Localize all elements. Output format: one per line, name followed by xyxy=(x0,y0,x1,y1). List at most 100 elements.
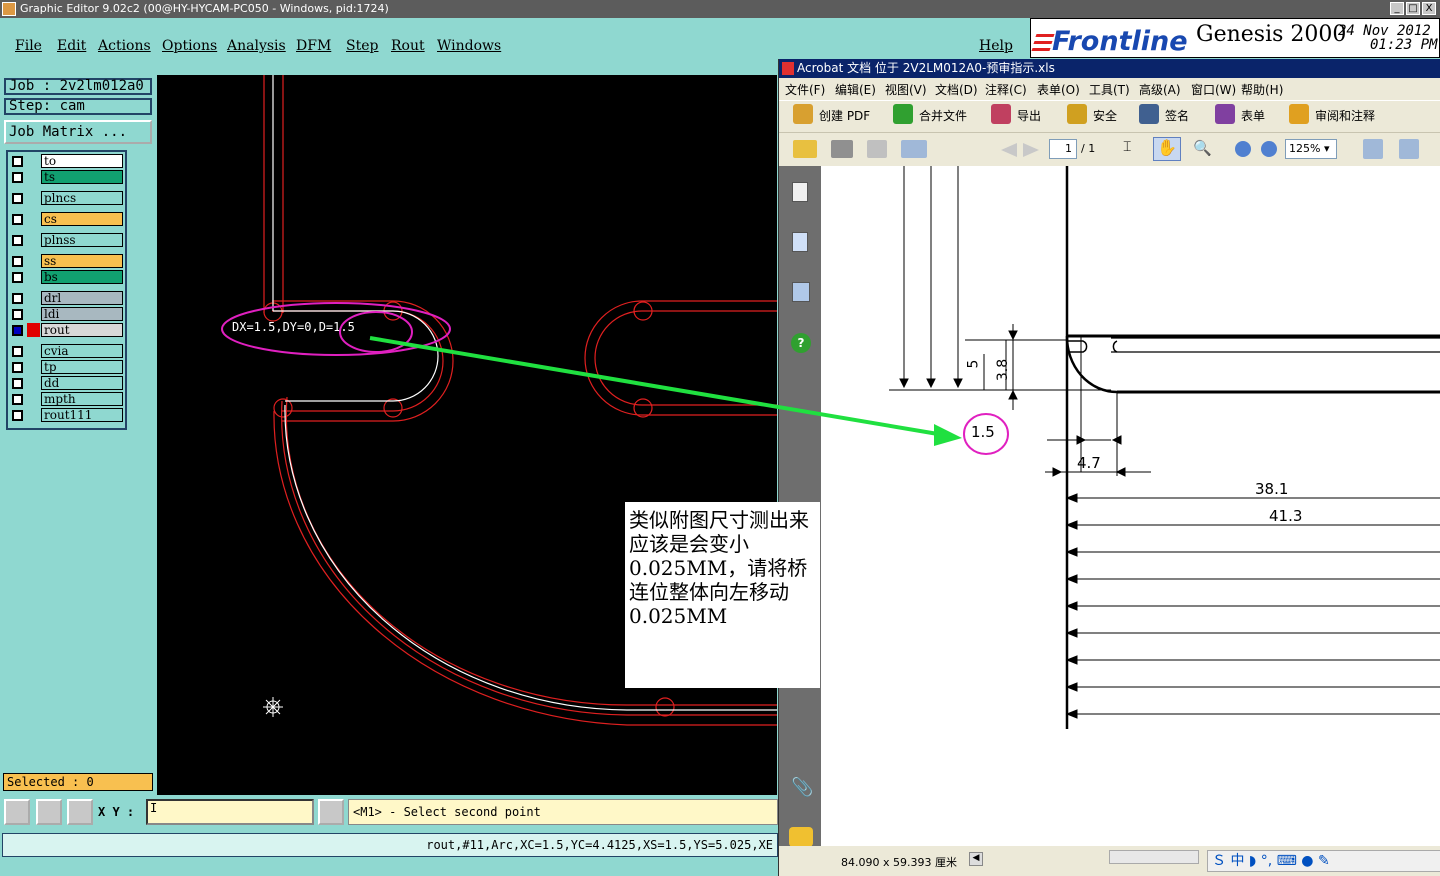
layer-checkbox[interactable] xyxy=(12,214,23,225)
attachment-icon[interactable]: 📎 xyxy=(791,777,813,799)
layer-name[interactable]: cs xyxy=(41,212,123,226)
toolbar-icon-2[interactable] xyxy=(991,104,1011,124)
layer-row-to[interactable]: to xyxy=(8,154,123,168)
menu-step[interactable]: Step xyxy=(346,38,378,54)
toolbar-icon-0[interactable] xyxy=(793,104,813,124)
save-icon[interactable] xyxy=(867,140,887,158)
toolbar-button-label[interactable]: 签名 xyxy=(1165,107,1189,124)
select-tool-icon[interactable]: ⌶ xyxy=(1123,139,1145,159)
job-matrix-button[interactable]: Job Matrix ... xyxy=(4,120,152,144)
zoom-out-icon[interactable] xyxy=(1235,141,1251,157)
layer-checkbox[interactable] xyxy=(12,309,23,320)
scroll-left-icon[interactable]: ◀ xyxy=(969,852,983,866)
help-icon[interactable]: ? xyxy=(791,333,811,353)
layer-row-rout[interactable]: rout xyxy=(8,323,123,337)
zoom-in-icon[interactable] xyxy=(1261,141,1277,157)
layer-name[interactable]: drl xyxy=(41,291,123,305)
acrobat-window[interactable]: Acrobat 文档 位于 2V2LM012A0-预审指示.xls 文件(F) 编… xyxy=(778,59,1440,876)
layer-row-plnss[interactable]: plnss xyxy=(8,233,123,247)
layer-name[interactable]: bs xyxy=(41,270,123,284)
layer-name[interactable]: rout111 xyxy=(41,408,123,422)
layer-name[interactable]: cvia xyxy=(41,344,123,358)
acrobat-menu-item[interactable]: 帮助(H) xyxy=(1241,81,1283,98)
close-button[interactable]: X xyxy=(1422,2,1436,15)
info-icon[interactable] xyxy=(318,799,344,825)
minimize-button[interactable]: _ xyxy=(1390,2,1404,15)
layer-checkbox[interactable] xyxy=(12,156,23,167)
bookmarks-icon[interactable] xyxy=(792,232,808,252)
toolbar-icon-4[interactable] xyxy=(1139,104,1159,124)
layer-name[interactable]: mpth xyxy=(41,392,123,406)
layer-row-dd[interactable]: dd xyxy=(8,376,123,390)
layer-checkbox[interactable] xyxy=(12,362,23,373)
menu-file[interactable]: File xyxy=(15,38,42,54)
layer-name[interactable]: ldi xyxy=(41,307,123,321)
layer-checkbox[interactable] xyxy=(12,272,23,283)
fit-width-icon[interactable] xyxy=(1363,139,1383,159)
fit-page-icon[interactable] xyxy=(1399,139,1419,159)
measure-icon[interactable] xyxy=(4,799,30,825)
acrobat-menu-item[interactable]: 表单(O) xyxy=(1037,81,1080,98)
layer-name[interactable]: tp xyxy=(41,360,123,374)
maximize-button[interactable]: □ xyxy=(1406,2,1420,15)
pdf-document[interactable]: 5 3.8 1.5 4.7 38.1 41.3 xyxy=(821,166,1440,856)
toolbar-icon-3[interactable] xyxy=(1067,104,1087,124)
toolbar-button-label[interactable]: 安全 xyxy=(1093,107,1117,124)
acrobat-menu-item[interactable]: 视图(V) xyxy=(885,81,927,98)
layer-checkbox[interactable] xyxy=(12,172,23,183)
signatures-icon[interactable] xyxy=(792,282,810,302)
ime-toolbar[interactable]: Ｓ 中 ◗ °, ⌨ ● ✎ xyxy=(1207,850,1440,872)
open-folder-icon[interactable] xyxy=(793,140,817,158)
toolbar-button-label[interactable]: 创建 PDF xyxy=(819,107,870,124)
comments-icon[interactable] xyxy=(789,827,813,847)
acrobat-menu-item[interactable]: 工具(T) xyxy=(1089,81,1130,98)
layer-row-cs[interactable]: cs xyxy=(8,212,123,226)
layer-row-ss[interactable]: ss xyxy=(8,254,123,268)
snap-icon[interactable] xyxy=(36,799,62,825)
layer-checkbox[interactable] xyxy=(12,256,23,267)
hand-tool-icon[interactable]: ✋ xyxy=(1153,137,1181,161)
menu-help[interactable]: Help xyxy=(979,38,1013,54)
layer-name[interactable]: to xyxy=(41,154,123,168)
toolbar-button-label[interactable]: 表单 xyxy=(1241,107,1265,124)
layer-name[interactable]: rout xyxy=(41,323,123,337)
layer-row-bs[interactable]: bs xyxy=(8,270,123,284)
acrobat-menu-item[interactable]: 编辑(E) xyxy=(835,81,876,98)
layer-name[interactable]: plncs xyxy=(41,191,123,205)
acrobat-menu-item[interactable]: 高级(A) xyxy=(1139,81,1181,98)
menu-rout[interactable]: Rout xyxy=(391,38,425,54)
acrobat-menu-item[interactable]: 注释(C) xyxy=(985,81,1027,98)
layer-row-plncs[interactable]: plncs xyxy=(8,191,123,205)
layer-row-rout111[interactable]: rout111 xyxy=(8,408,123,422)
layer-checkbox[interactable] xyxy=(12,325,23,336)
acrobat-menu-item[interactable]: 文档(D) xyxy=(935,81,978,98)
layer-name[interactable]: plnss xyxy=(41,233,123,247)
acrobat-menu-item[interactable]: 文件(F) xyxy=(785,81,825,98)
toolbar-button-label[interactable]: 导出 xyxy=(1017,107,1041,124)
menu-actions[interactable]: Actions xyxy=(98,38,151,54)
layer-row-ts[interactable]: ts xyxy=(8,170,123,184)
toolbar-button-label[interactable]: 合并文件 xyxy=(919,107,967,124)
layer-checkbox[interactable] xyxy=(12,394,23,405)
print-icon[interactable] xyxy=(831,140,853,158)
menu-edit[interactable]: Edit xyxy=(57,38,86,54)
email-icon[interactable] xyxy=(901,140,927,158)
zoom-tool-icon[interactable]: 🔍 xyxy=(1193,139,1215,159)
menu-options[interactable]: Options xyxy=(162,38,217,54)
acrobat-menu-item[interactable]: 窗口(W) xyxy=(1191,81,1236,98)
grid-icon[interactable] xyxy=(67,799,93,825)
layer-name[interactable]: dd xyxy=(41,376,123,390)
menu-analysis[interactable]: Analysis xyxy=(227,38,286,54)
toolbar-icon-1[interactable] xyxy=(893,104,913,124)
toolbar-icon-6[interactable] xyxy=(1289,104,1309,124)
toolbar-button-label[interactable]: 审阅和注释 xyxy=(1315,107,1375,124)
pages-icon[interactable] xyxy=(792,182,808,202)
layer-name[interactable]: ts xyxy=(41,170,123,184)
layer-row-mpth[interactable]: mpth xyxy=(8,392,123,406)
layer-name[interactable]: ss xyxy=(41,254,123,268)
layer-checkbox[interactable] xyxy=(12,193,23,204)
layer-checkbox[interactable] xyxy=(12,410,23,421)
layer-row-cvia[interactable]: cvia xyxy=(8,344,123,358)
layer-checkbox[interactable] xyxy=(12,378,23,389)
layer-checkbox[interactable] xyxy=(12,293,23,304)
